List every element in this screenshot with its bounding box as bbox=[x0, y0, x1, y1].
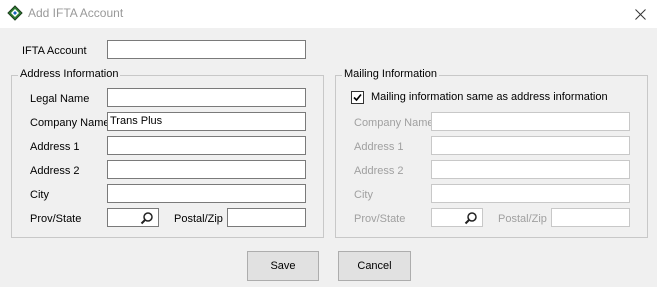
city-input[interactable] bbox=[107, 184, 306, 203]
window-title: Add IFTA Account bbox=[28, 6, 124, 20]
address2-input[interactable] bbox=[107, 160, 306, 179]
mailing-same-label[interactable]: Mailing information same as address info… bbox=[371, 91, 608, 103]
mailing-address1-input[interactable] bbox=[431, 136, 630, 155]
address1-label: Address 1 bbox=[30, 141, 80, 153]
company-name-label: Company Name bbox=[30, 117, 110, 129]
save-button[interactable]: Save bbox=[247, 251, 319, 281]
postal-zip-input[interactable] bbox=[227, 208, 306, 227]
cancel-button[interactable]: Cancel bbox=[338, 251, 411, 281]
check-icon bbox=[353, 93, 362, 102]
mailing-postal-zip-input[interactable] bbox=[551, 208, 630, 227]
prov-state-label: Prov/State bbox=[30, 213, 82, 225]
search-icon[interactable] bbox=[464, 211, 478, 225]
mailing-prov-state-input[interactable] bbox=[431, 208, 483, 227]
prov-state-input[interactable] bbox=[107, 208, 159, 227]
search-icon[interactable] bbox=[140, 211, 154, 225]
app-icon bbox=[7, 5, 23, 21]
mailing-prov-state-label: Prov/State bbox=[354, 213, 406, 225]
legal-name-label: Legal Name bbox=[30, 93, 90, 105]
city-label: City bbox=[30, 189, 49, 201]
ifta-account-input[interactable] bbox=[107, 40, 306, 59]
mailing-address2-input[interactable] bbox=[431, 160, 630, 179]
address1-input[interactable] bbox=[107, 136, 306, 155]
postal-zip-label: Postal/Zip bbox=[174, 213, 223, 225]
ifta-account-label: IFTA Account bbox=[22, 45, 87, 57]
mailing-postal-zip-label: Postal/Zip bbox=[498, 213, 547, 225]
mailing-address2-label: Address 2 bbox=[354, 165, 404, 177]
close-icon bbox=[634, 8, 646, 20]
address-group-title: Address Information bbox=[18, 68, 121, 80]
legal-name-input[interactable] bbox=[107, 88, 306, 107]
address2-label: Address 2 bbox=[30, 165, 80, 177]
close-button[interactable] bbox=[623, 0, 657, 28]
mailing-address1-label: Address 1 bbox=[354, 141, 404, 153]
mailing-company-name-label: Company Name bbox=[354, 117, 434, 129]
mailing-city-label: City bbox=[354, 189, 373, 201]
mailing-group-title: Mailing Information bbox=[342, 68, 439, 80]
mailing-city-input[interactable] bbox=[431, 184, 630, 203]
mailing-same-checkbox[interactable] bbox=[351, 91, 364, 104]
company-name-input[interactable]: Trans Plus bbox=[107, 112, 306, 131]
mailing-company-name-input[interactable] bbox=[431, 112, 630, 131]
title-bar: Add IFTA Account bbox=[0, 0, 657, 28]
